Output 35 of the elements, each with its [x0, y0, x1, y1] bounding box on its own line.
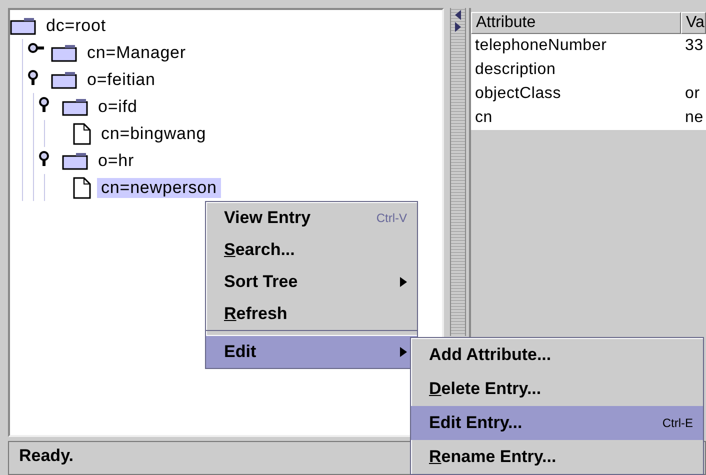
collapse-left-icon[interactable]	[455, 10, 461, 20]
menu-item[interactable]: Edit	[206, 336, 417, 368]
folder-icon	[62, 152, 88, 170]
menu-item[interactable]: Rename Entry...	[411, 440, 703, 474]
table-cell-text: 33	[684, 36, 704, 56]
tree-node-label[interactable]: cn=bingwang	[97, 124, 210, 144]
submenu-arrow-icon	[400, 277, 407, 287]
folder-icon	[51, 44, 77, 62]
table-cell-text: or	[684, 84, 701, 104]
tree-node-label[interactable]: o=ifd	[94, 96, 142, 116]
tree-node-label[interactable]: cn=newperson	[97, 178, 221, 198]
table-cell-text: description	[474, 60, 557, 80]
menu-item[interactable]: Search...	[206, 234, 417, 266]
column-header[interactable]: Attribute	[471, 12, 681, 34]
menu-item[interactable]: Delete Entry...	[411, 372, 703, 406]
table-cell-text: objectClass	[474, 84, 562, 104]
menu-item[interactable]: Edit Entry... Ctrl-E	[411, 406, 703, 440]
tree-node-label[interactable]: o=feitian	[83, 70, 160, 90]
folder-icon	[62, 98, 88, 116]
column-header[interactable]: Va	[681, 12, 706, 34]
tree-node-label[interactable]: o=hr	[94, 150, 138, 170]
table-cell-text: ne	[684, 108, 704, 128]
tree-node-label[interactable]: dc=root	[42, 16, 110, 36]
folder-icon	[51, 70, 77, 88]
table-cell-text: cn	[474, 108, 494, 128]
expand-right-icon[interactable]	[455, 22, 461, 32]
folder-icon	[10, 16, 36, 34]
menu-item[interactable]: Refresh	[206, 298, 417, 330]
document-icon	[73, 122, 91, 144]
tree-node-label[interactable]: cn=Manager	[83, 42, 190, 62]
document-icon	[73, 176, 91, 198]
menu-item[interactable]: View Entry Ctrl-V	[206, 202, 417, 234]
table-cell-text: telephoneNumber	[474, 36, 608, 56]
submenu-arrow-icon	[400, 347, 407, 357]
menu-item[interactable]: Sort Tree	[206, 266, 417, 298]
